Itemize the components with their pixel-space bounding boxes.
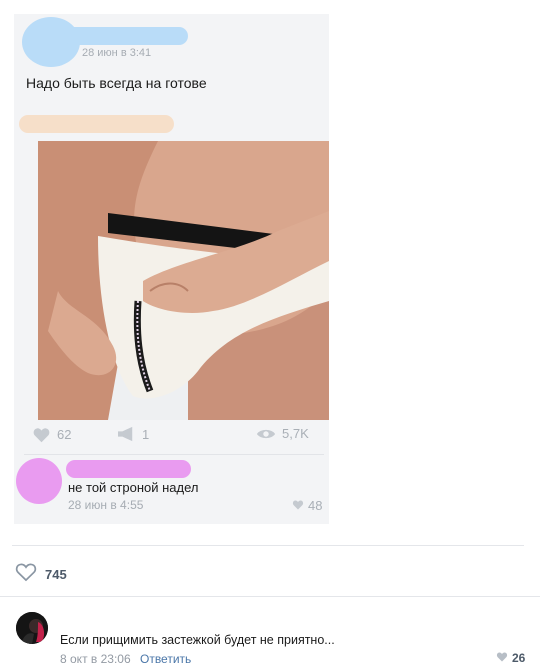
- embedded-post-text: Надо быть всегда на готове: [26, 75, 207, 91]
- embedded-likes-count: 62: [57, 427, 72, 442]
- megaphone-icon: [116, 426, 136, 442]
- embedded-comment-date: 28 июн в 4:55: [68, 498, 144, 512]
- comment-meta: 8 окт в 23:06 Ответить: [60, 652, 191, 666]
- heart-icon: [496, 651, 508, 665]
- embedded-post-screenshot: 28 июн в 3:41 Надо быть всегда на готове: [14, 14, 329, 524]
- post-photo: [38, 141, 329, 420]
- comment-likes-count: 26: [512, 651, 526, 665]
- commenter-avatar[interactable]: [16, 612, 48, 644]
- heart-icon: [292, 498, 304, 513]
- embedded-reposts: 1: [116, 426, 149, 442]
- embedded-reposts-count: 1: [142, 426, 150, 442]
- heart-outline-icon: [14, 561, 38, 587]
- embedded-comment-likes: 48: [292, 498, 322, 513]
- post-like-button[interactable]: 745: [14, 561, 67, 587]
- embedded-post-date: 28 июн в 3:41: [82, 47, 152, 59]
- reply-link[interactable]: Ответить: [140, 652, 191, 666]
- embedded-divider: [24, 454, 324, 455]
- censored-author-name: [64, 27, 188, 45]
- censored-repost-source: [19, 115, 174, 133]
- embedded-comment-likes-count: 48: [308, 498, 323, 513]
- embedded-views: 5,7K: [256, 426, 309, 441]
- comment-like-button[interactable]: 26: [496, 651, 525, 665]
- censored-commenter-avatar: [16, 458, 62, 504]
- eye-icon: [256, 427, 276, 441]
- heart-icon: [32, 426, 51, 443]
- comment-text: Если прищимить застежкой будет не приятн…: [60, 633, 335, 647]
- comments-divider: [0, 596, 540, 597]
- comment-date: 8 окт в 23:06: [60, 652, 131, 666]
- embedded-views-count: 5,7K: [282, 426, 309, 441]
- embedded-comment-text: не той строной надел: [68, 480, 199, 495]
- censored-commenter-name: [66, 460, 191, 478]
- embedded-likes: 62: [32, 426, 71, 443]
- post-divider: [12, 545, 524, 546]
- post-likes-count: 745: [45, 566, 67, 582]
